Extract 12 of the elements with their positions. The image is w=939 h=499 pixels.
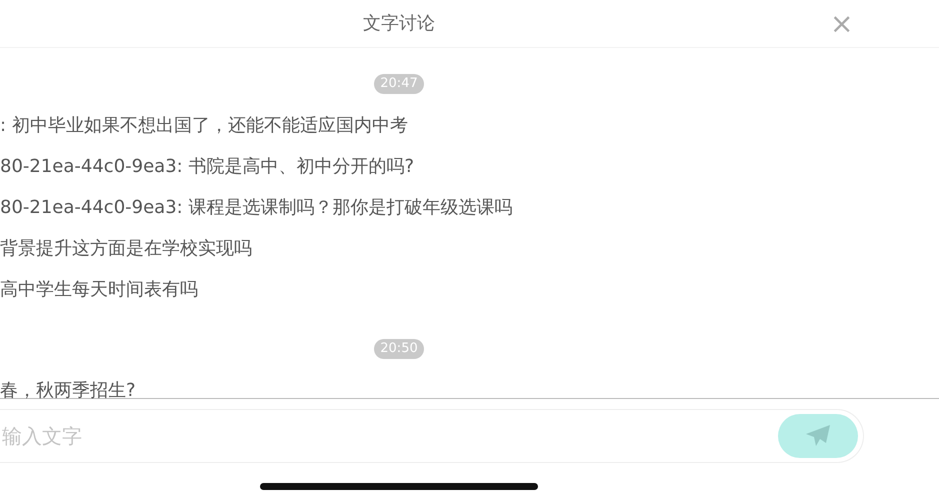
send-icon [805, 424, 831, 448]
chat-message: 80-21ea-44c0-9ea3: 书院是高中、初中分开的吗? [0, 155, 415, 179]
chat-message: 80-21ea-44c0-9ea3: 课程是选课制吗？那你是打破年级选课吗 [0, 196, 514, 220]
chat-message: : 初中毕业如果不想出国了，还能不能适应国内中考 [0, 114, 409, 138]
message-field[interactable]: 输入文字 [0, 409, 864, 463]
window-title: 文字讨论 [363, 13, 435, 34]
send-button[interactable] [778, 414, 858, 458]
close-button[interactable]: × [830, 10, 854, 38]
message-input[interactable]: 输入文字 [0, 420, 778, 452]
chat-message: 春，秋两季招生? [0, 379, 137, 403]
chat-message: 高中学生每天时间表有吗 [0, 278, 199, 302]
chat-message: 背景提升这方面是在学校实现吗 [0, 237, 253, 261]
